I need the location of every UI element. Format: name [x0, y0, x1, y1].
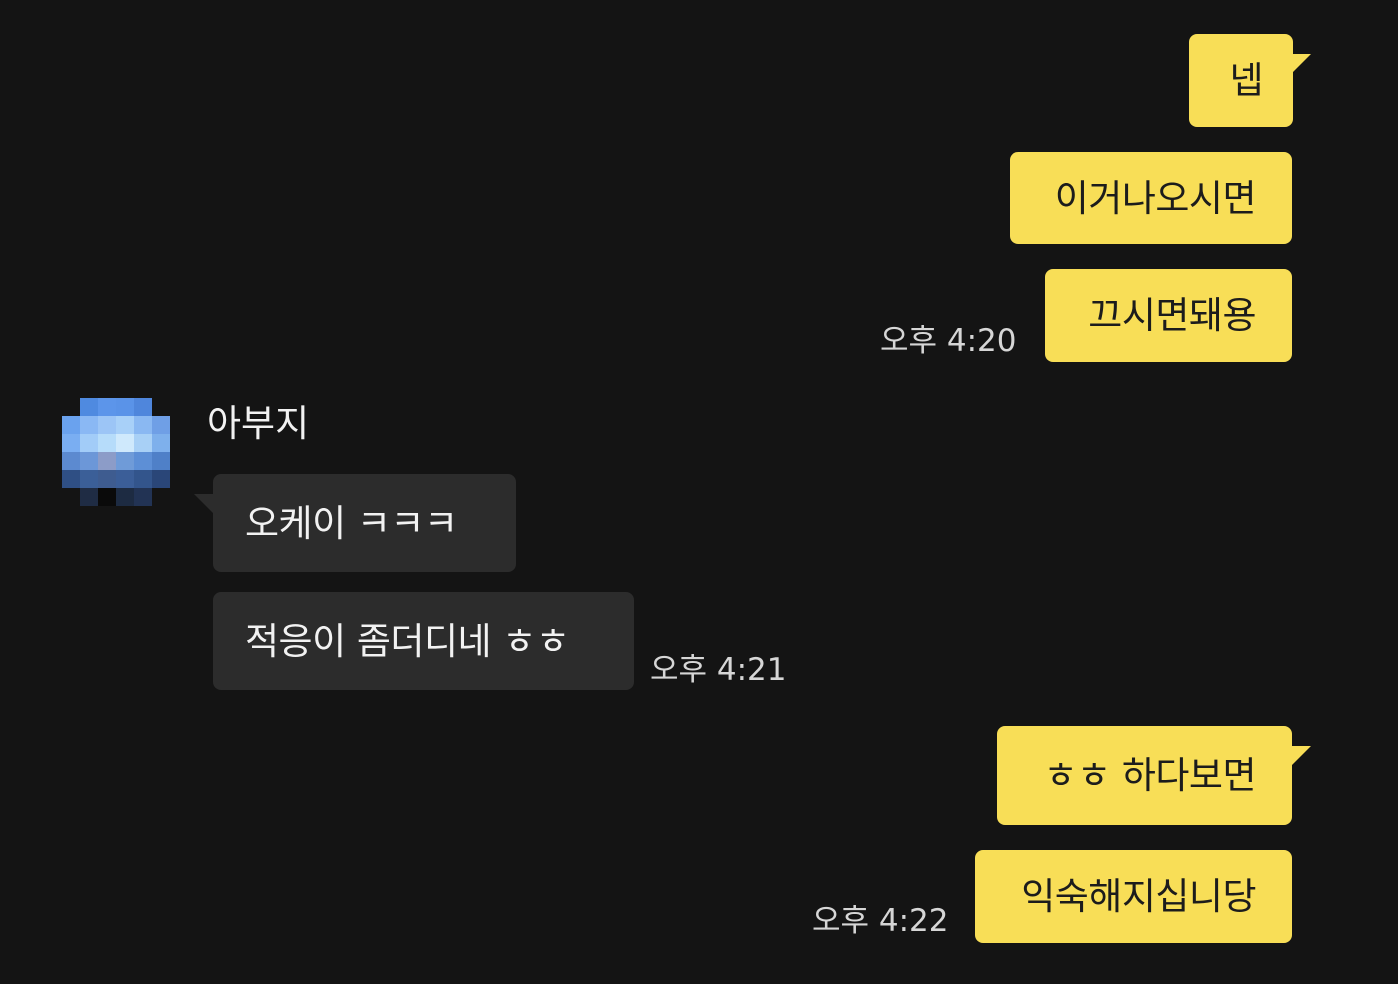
message-text: 끄시면돼용 — [1088, 294, 1256, 337]
bubble-tail — [194, 494, 216, 516]
bubble-tail — [1289, 746, 1311, 768]
message-bubble-in[interactable]: 오케이 ㅋㅋㅋ — [213, 474, 516, 572]
message-bubble-out[interactable]: ㅎㅎ 하다보면 — [997, 726, 1292, 825]
sender-name: 아부지 — [207, 402, 310, 445]
message-timestamp: 오후 4:22 — [812, 903, 949, 939]
message-timestamp: 오후 4:20 — [880, 323, 1017, 359]
message-text: 넵 — [1229, 59, 1263, 102]
message-bubble-out[interactable]: 끄시면돼용 — [1045, 269, 1292, 362]
message-bubble-in[interactable]: 적응이 좀더디네 ㅎㅎ — [213, 592, 634, 690]
message-bubble-out[interactable]: 넵 — [1189, 34, 1293, 127]
avatar[interactable] — [62, 398, 170, 506]
message-text: 오케이 ㅋㅋㅋ — [245, 501, 458, 545]
message-text: 이거나오시면 — [1054, 176, 1257, 220]
bubble-tail — [1289, 54, 1311, 76]
message-text: ㅎㅎ 하다보면 — [1043, 754, 1256, 797]
message-bubble-out[interactable]: 이거나오시면 — [1010, 152, 1292, 244]
message-timestamp: 오후 4:21 — [650, 652, 787, 688]
message-text: 적응이 좀더디네 ㅎㅎ — [245, 619, 570, 663]
message-text: 익숙해지십니당 — [1021, 875, 1256, 918]
message-bubble-out[interactable]: 익숙해지십니당 — [975, 850, 1292, 943]
